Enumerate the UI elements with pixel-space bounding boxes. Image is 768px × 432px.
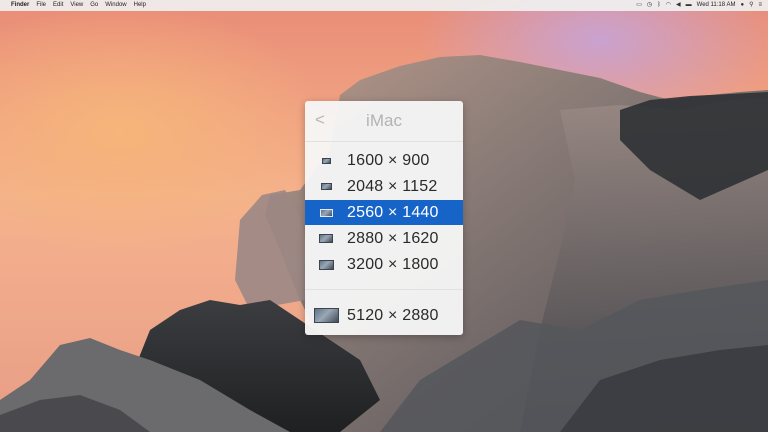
clock[interactable]: Wed 11:18 AM xyxy=(697,0,736,11)
menu-window[interactable]: Window xyxy=(105,0,126,11)
time-machine-icon[interactable]: ◷ xyxy=(647,0,652,11)
display-thumbnail-icon xyxy=(319,208,333,217)
display-thumbnail-icon xyxy=(313,308,339,323)
resolution-option-2880x1620[interactable]: 2880 × 1620 xyxy=(305,226,463,251)
popup-title: iMac xyxy=(366,111,402,130)
display-thumbnail-icon xyxy=(318,259,334,270)
menu-bar-right: ▭ ◷ ᛒ ◠ ◀ ▬ Wed 11:18 AM ● ⚲ ≡ xyxy=(636,0,762,11)
display-thumbnail-icon xyxy=(320,183,332,190)
resolution-label: 3200 × 1800 xyxy=(347,255,439,273)
menu-file[interactable]: File xyxy=(36,0,46,11)
menu-bar: Finder File Edit View Go Window Help ▭ ◷… xyxy=(0,0,768,11)
display-icon[interactable]: ▭ xyxy=(636,0,642,11)
display-thumbnail-icon xyxy=(319,234,333,243)
menu-bar-left: Finder File Edit View Go Window Help xyxy=(4,0,146,11)
resolution-option-3200x1800[interactable]: 3200 × 1800 xyxy=(305,252,463,277)
app-menu-finder[interactable]: Finder xyxy=(11,0,29,11)
menu-edit[interactable]: Edit xyxy=(53,0,63,11)
resolution-popup: < iMac 1600 × 900 2048 × 1152 2560 × 144… xyxy=(305,101,463,335)
volume-icon[interactable]: ◀ xyxy=(676,0,681,11)
notification-center-icon[interactable]: ≡ xyxy=(758,0,762,11)
resolution-option-2560x1440[interactable]: 2560 × 1440 xyxy=(305,200,463,225)
menu-view[interactable]: View xyxy=(70,0,83,11)
bluetooth-icon[interactable]: ᛒ xyxy=(657,0,661,11)
resolution-option-5120x2880[interactable]: 5120 × 2880 xyxy=(305,303,463,328)
wifi-icon[interactable]: ◠ xyxy=(666,0,671,11)
battery-icon[interactable]: ▬ xyxy=(686,0,692,11)
resolution-label: 2880 × 1620 xyxy=(347,229,439,247)
display-thumbnail-icon xyxy=(321,157,331,164)
user-icon[interactable]: ● xyxy=(740,0,744,11)
popup-divider xyxy=(305,289,463,290)
resolution-option-2048x1152[interactable]: 2048 × 1152 xyxy=(305,174,463,199)
spotlight-icon[interactable]: ⚲ xyxy=(749,0,753,11)
menu-help[interactable]: Help xyxy=(134,0,146,11)
resolution-option-1600x900[interactable]: 1600 × 900 xyxy=(305,148,463,173)
popup-header: < iMac xyxy=(305,101,463,142)
menu-go[interactable]: Go xyxy=(90,0,98,11)
resolution-label: 1600 × 900 xyxy=(347,151,430,169)
resolution-label: 5120 × 2880 xyxy=(347,306,439,324)
resolution-label: 2048 × 1152 xyxy=(347,177,438,195)
resolution-label: 2560 × 1440 xyxy=(347,203,439,221)
